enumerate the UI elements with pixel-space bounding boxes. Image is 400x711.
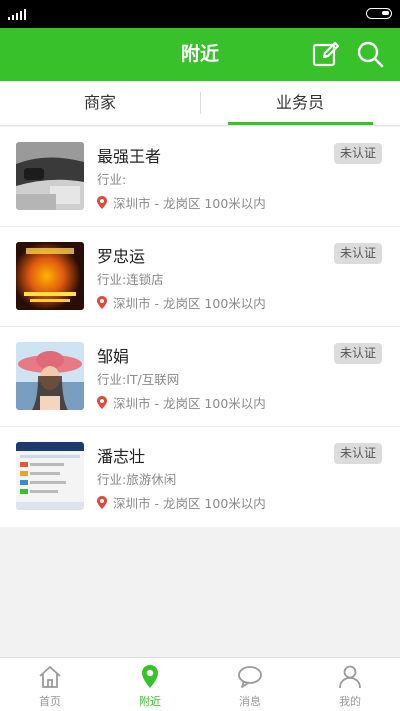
nav-home-label: 首页 xyxy=(39,695,61,708)
verification-badge: 未认证 xyxy=(334,243,382,264)
avatar xyxy=(16,442,84,510)
nav-messages[interactable]: 消息 xyxy=(200,658,300,711)
salesman-name: 潘志壮 xyxy=(97,447,146,466)
location-pin-icon xyxy=(97,396,107,409)
nav-mine[interactable]: 我的 xyxy=(300,658,400,711)
salesman-name: 罗忠运 xyxy=(97,247,146,266)
industry-text: 行业:旅游休闲 xyxy=(97,472,177,487)
location-row: 深圳市 - 龙岗区 100米以内 xyxy=(97,393,266,412)
nav-mine-label: 我的 xyxy=(339,695,361,708)
location-row: 深圳市 - 龙岗区 100米以内 xyxy=(97,193,266,212)
location-row: 深圳市 - 龙岗区 100米以内 xyxy=(97,293,266,312)
active-tab-indicator xyxy=(228,122,373,125)
location-text: 深圳市 - 龙岗区 100米以内 xyxy=(113,396,266,411)
verification-badge: 未认证 xyxy=(334,143,382,164)
edit-icon[interactable] xyxy=(312,40,340,68)
salesman-name: 最强王者 xyxy=(97,147,162,166)
avatar xyxy=(16,242,84,310)
industry-text: 行业: xyxy=(97,172,127,187)
list-item[interactable]: 最强王者 行业: 深圳市 - 龙岗区 100米以内 未认证 xyxy=(0,127,400,227)
verification-badge: 未认证 xyxy=(334,343,382,364)
bottom-nav: 首页 附近 消息 我的 xyxy=(0,657,400,711)
tab-salesmen[interactable]: 业务员 xyxy=(200,81,400,126)
location-text: 深圳市 - 龙岗区 100米以内 xyxy=(113,296,266,311)
home-icon xyxy=(39,666,61,688)
user-icon xyxy=(339,665,361,689)
salesman-list: 最强王者 行业: 深圳市 - 龙岗区 100米以内 未认证 罗忠运 行业:连锁店… xyxy=(0,127,400,527)
avatar xyxy=(16,142,84,210)
battery-icon xyxy=(366,8,392,19)
industry-text: 行业:连锁店 xyxy=(97,272,164,287)
location-pin-icon xyxy=(97,496,107,509)
search-icon[interactable] xyxy=(356,40,384,68)
location-text: 深圳市 - 龙岗区 100米以内 xyxy=(113,496,266,511)
location-pin-icon xyxy=(97,196,107,209)
avatar xyxy=(16,342,84,410)
location-row: 深圳市 - 龙岗区 100米以内 xyxy=(97,493,266,512)
list-item[interactable]: 罗忠运 行业:连锁店 深圳市 - 龙岗区 100米以内 未认证 xyxy=(0,227,400,327)
nav-nearby-label: 附近 xyxy=(139,695,161,708)
location-pin-icon xyxy=(97,296,107,309)
page-title: 附近 xyxy=(180,43,219,65)
salesman-name: 邹娟 xyxy=(97,347,130,366)
tab-merchants[interactable]: 商家 xyxy=(0,81,200,126)
location-text: 深圳市 - 龙岗区 100米以内 xyxy=(113,196,266,211)
list-item[interactable]: 邹娟 行业:IT/互联网 深圳市 - 龙岗区 100米以内 未认证 xyxy=(0,327,400,427)
nav-home[interactable]: 首页 xyxy=(0,658,100,711)
map-pin-icon xyxy=(142,665,158,688)
verification-badge: 未认证 xyxy=(334,443,382,464)
signal-icon xyxy=(8,9,26,20)
industry-text: 行业:IT/互联网 xyxy=(97,372,180,387)
chat-bubble-icon xyxy=(238,666,262,688)
status-bar xyxy=(0,0,400,28)
nav-messages-label: 消息 xyxy=(239,695,261,708)
list-item[interactable]: 潘志壮 行业:旅游休闲 深圳市 - 龙岗区 100米以内 未认证 xyxy=(0,427,400,527)
top-app-bar: 附近 xyxy=(0,28,400,81)
tab-bar: 商家 业务员 xyxy=(0,81,400,126)
nav-nearby[interactable]: 附近 xyxy=(100,658,200,711)
